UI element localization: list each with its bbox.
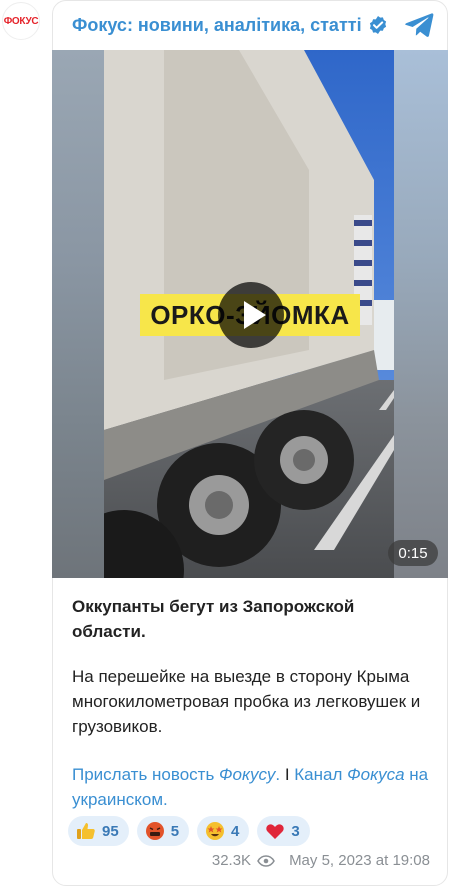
eye-icon	[257, 854, 275, 867]
reaction-count: 4	[231, 822, 240, 840]
star-struck-icon	[206, 822, 225, 840]
thumbs-up-icon	[77, 823, 95, 839]
channel-title[interactable]: Фокус: новини, аналітика, статті	[72, 15, 362, 36]
play-icon[interactable]	[218, 282, 284, 348]
send-news-link[interactable]: Прислать новость Фокусу.	[72, 765, 280, 784]
heart-icon	[266, 824, 285, 839]
angry-face-icon	[145, 822, 164, 840]
reaction-count: 5	[170, 822, 180, 840]
telegram-icon[interactable]	[404, 12, 434, 38]
link-separator: I	[280, 765, 295, 784]
channel-avatar[interactable]: ФОКУС	[2, 2, 40, 40]
reaction-heart[interactable]: 3	[257, 816, 310, 846]
avatar-logo-text: ФОКУС	[3, 15, 39, 27]
reaction-star-struck[interactable]: 4	[197, 816, 250, 846]
message-header: Фокус: новини, аналітика, статті	[52, 0, 448, 50]
view-count: 32.3K	[211, 852, 252, 869]
post-body: На перешейке на выезде в сторону Крыма м…	[72, 667, 421, 736]
verified-icon	[369, 16, 386, 34]
post-date[interactable]: May 5, 2023 at 19:08	[289, 852, 430, 869]
video-blur-right	[394, 50, 448, 578]
reaction-count: 3	[291, 822, 300, 840]
reactions-bar: 95 5 4 3	[68, 816, 310, 846]
reaction-angry-face[interactable]: 5	[136, 816, 190, 846]
post-headline: Оккупанты бегут из Запорожской области.	[72, 597, 355, 641]
post-links: Прислать новость Фокусу. I Канал Фокуса …	[72, 762, 432, 812]
reaction-thumbs-up[interactable]: 95	[68, 816, 129, 846]
video-blur-left	[52, 50, 104, 578]
reaction-count: 95	[102, 822, 119, 840]
message-footer: 32.3K May 5, 2023 at 19:08	[212, 852, 430, 869]
video-duration-badge: 0:15	[388, 540, 438, 566]
